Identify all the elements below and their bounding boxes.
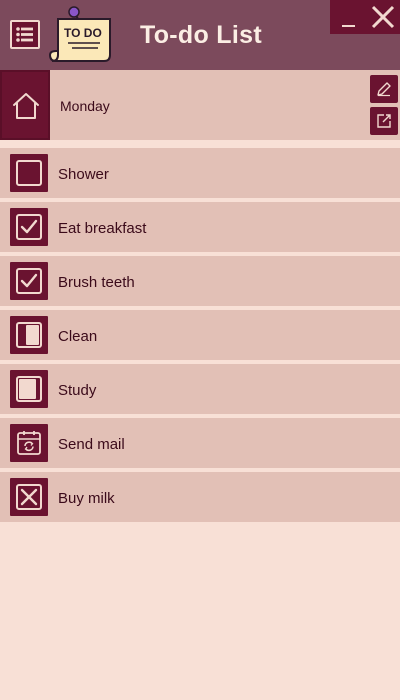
task-list: Shower Eat breakfast Brush teeth Clean S…	[0, 148, 400, 526]
task-label: Buy milk	[58, 490, 115, 507]
list-menu-icon	[16, 27, 33, 42]
task-label: Send mail	[58, 436, 125, 453]
external-link-icon	[377, 114, 391, 128]
task-item[interactable]: Study	[0, 364, 400, 414]
day-row: Monday	[0, 70, 400, 140]
title-bar: TO DO To-do List	[0, 0, 400, 70]
task-status-button[interactable]	[10, 424, 48, 462]
menu-button[interactable]	[10, 20, 40, 49]
task-status-button[interactable]	[10, 370, 48, 408]
task-item[interactable]: Clean	[0, 310, 400, 360]
calendar-refresh-icon	[17, 431, 41, 455]
minimize-icon	[342, 25, 355, 27]
app-title: To-do List	[140, 21, 262, 49]
task-label: Study	[58, 382, 97, 399]
task-status-button[interactable]	[10, 262, 48, 300]
day-label: Monday	[60, 98, 110, 114]
task-item[interactable]: Eat breakfast	[0, 202, 400, 252]
task-status-button[interactable]	[10, 208, 48, 246]
task-item[interactable]: Send mail	[0, 418, 400, 468]
task-label: Shower	[58, 166, 109, 183]
task-item[interactable]: Brush teeth	[0, 256, 400, 306]
close-button[interactable]	[370, 4, 396, 30]
task-status-button[interactable]	[10, 478, 48, 516]
half-filled-progress-icon	[16, 322, 42, 348]
task-item[interactable]: Buy milk	[0, 472, 400, 522]
task-status-button[interactable]	[10, 316, 48, 354]
task-item[interactable]: Shower	[0, 148, 400, 198]
minimize-button[interactable]	[338, 6, 362, 30]
checked-checkbox-icon	[16, 268, 42, 294]
home-button[interactable]	[0, 70, 50, 140]
close-icon	[371, 5, 395, 29]
mostly-filled-progress-icon	[16, 376, 42, 402]
edit-button[interactable]	[370, 75, 398, 103]
checked-checkbox-icon	[16, 214, 42, 240]
empty-checkbox-icon	[16, 160, 42, 186]
logo-text: TO DO	[64, 26, 102, 40]
task-label: Clean	[58, 328, 98, 345]
home-icon	[13, 93, 39, 119]
task-label: Brush teeth	[58, 274, 135, 291]
task-status-button[interactable]	[10, 154, 48, 192]
open-external-button[interactable]	[370, 107, 398, 135]
todo-note-logo: TO DO	[48, 5, 116, 67]
crossed-box-icon	[16, 484, 42, 510]
window-controls	[330, 0, 400, 34]
pencil-icon	[377, 82, 391, 97]
task-label: Eat breakfast	[58, 220, 147, 237]
